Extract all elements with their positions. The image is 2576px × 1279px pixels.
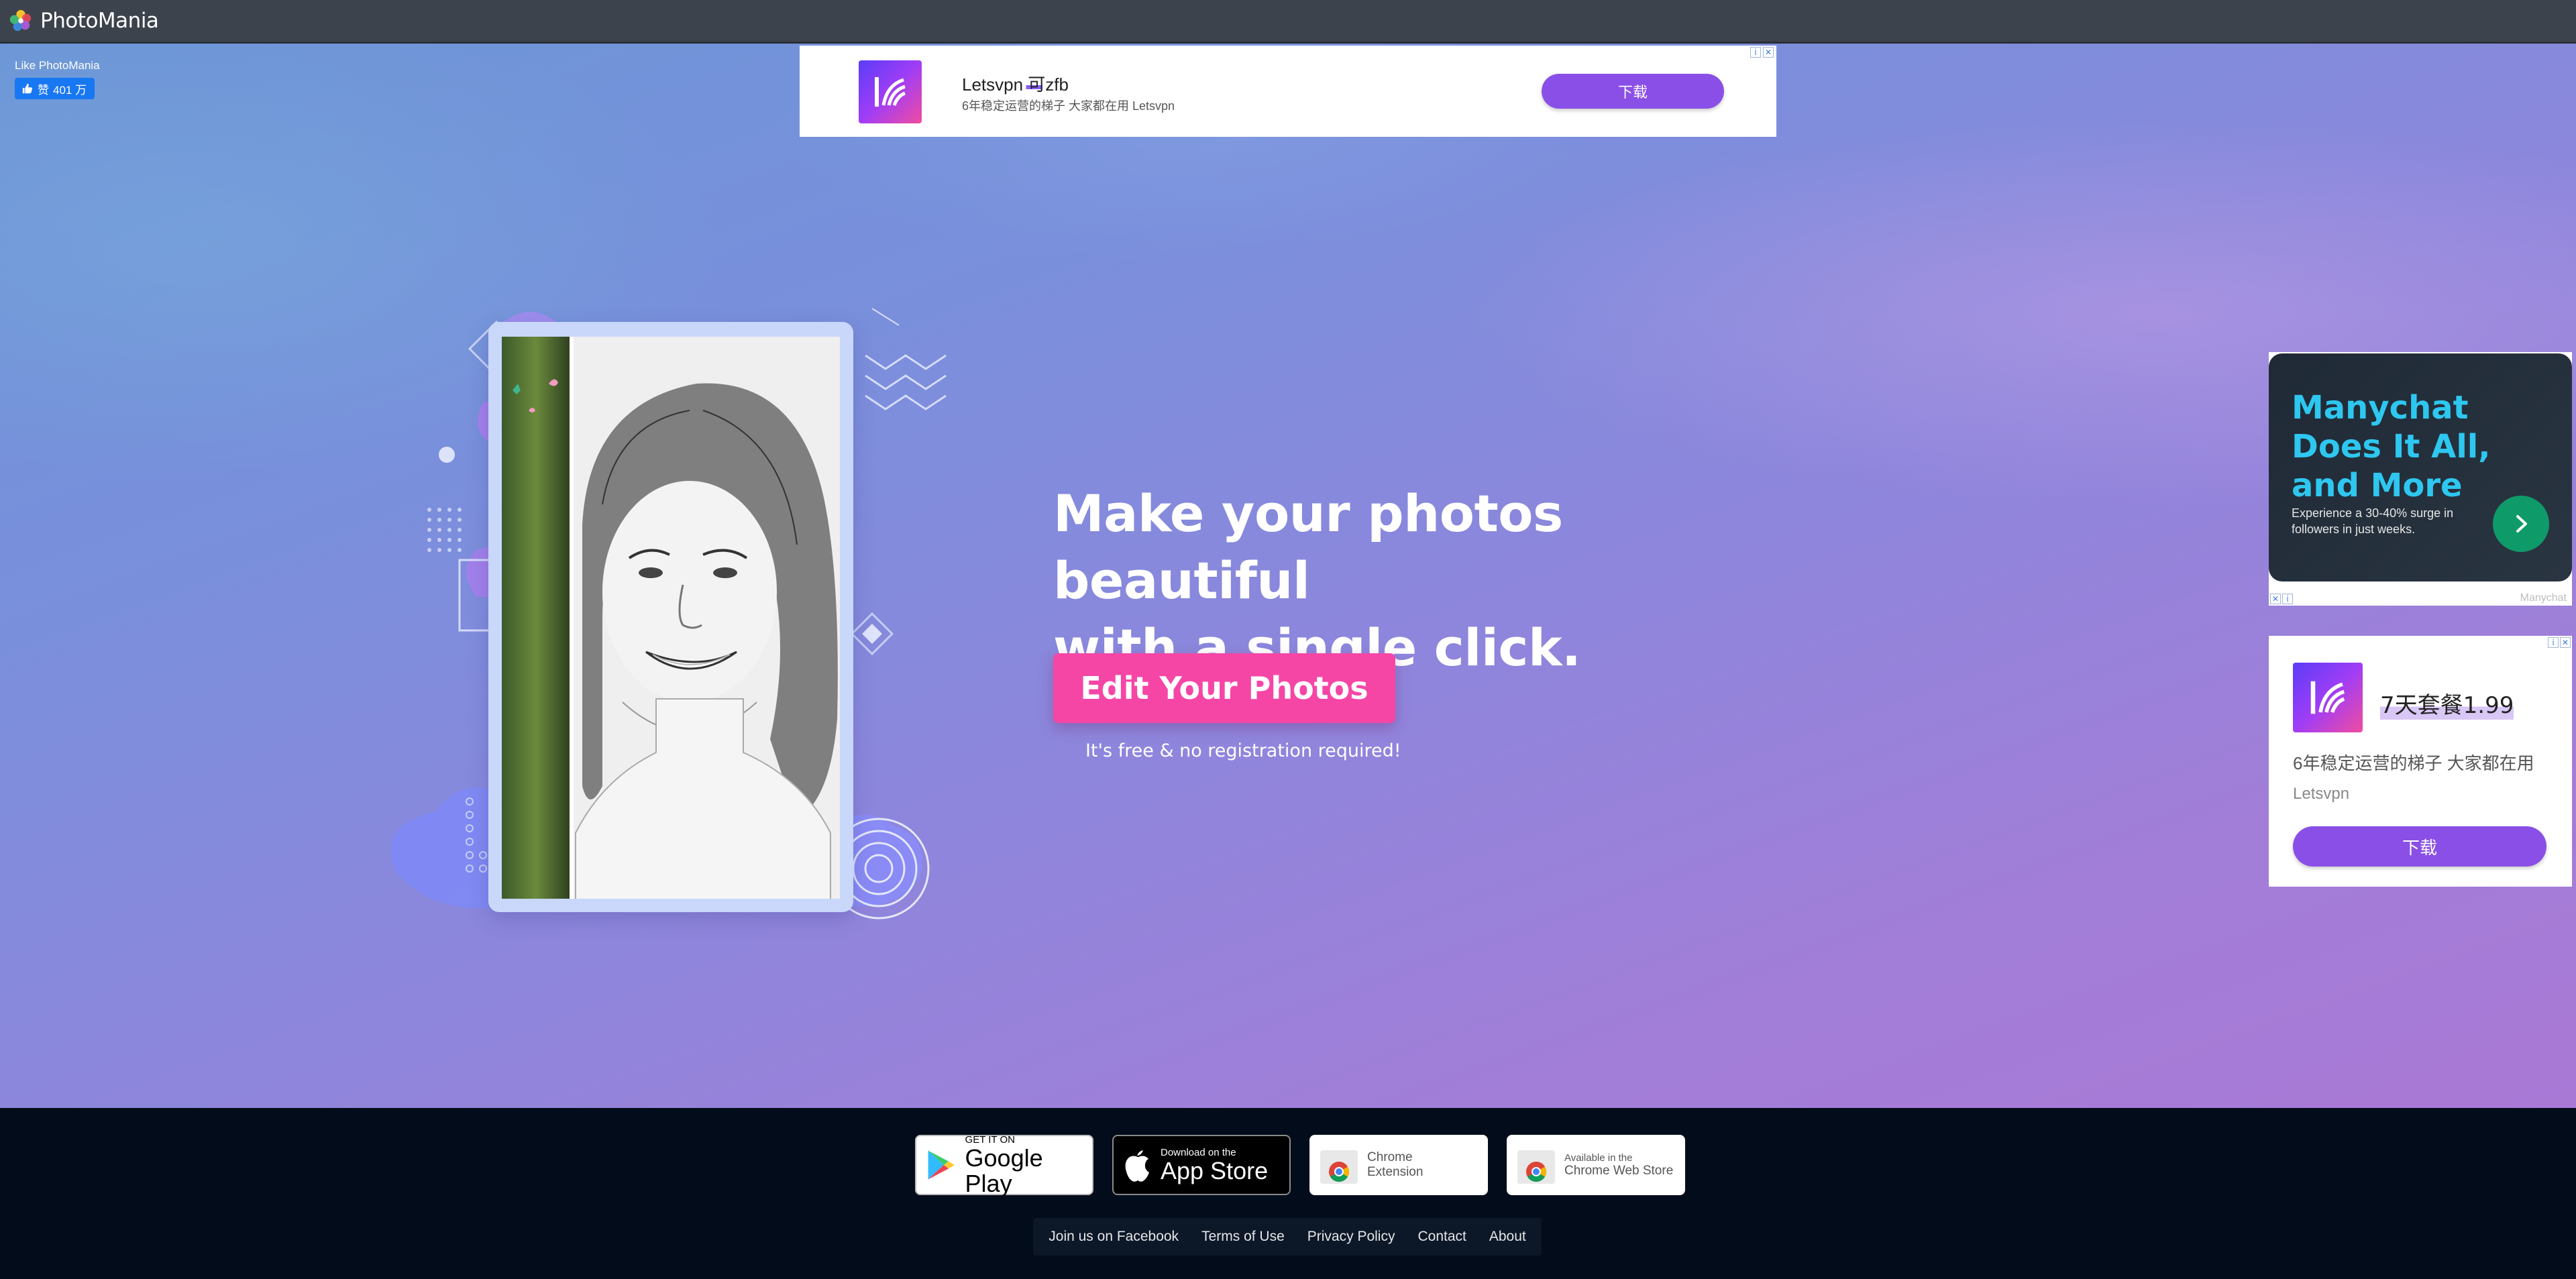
chrome-web-store-badge-line2: Chrome Web Store <box>1564 1163 1674 1178</box>
facebook-like-label: 赞 <box>38 83 49 97</box>
thumbs-up-icon <box>22 83 33 94</box>
top-ad-subtitle: 6年稳定运营的梯子 大家都在用 Letsvpn <box>962 99 1175 113</box>
ad-info-icon[interactable]: i <box>2548 637 2559 648</box>
apple-icon <box>1125 1150 1149 1182</box>
letsvpn-side-ad[interactable]: 7天套餐1.99 6年稳定运营的梯子 大家都在用 Letsvpn 下载 i ✕ <box>2269 636 2572 887</box>
chrome-icon <box>1320 1150 1358 1184</box>
letsvpn-ad-controls: i ✕ <box>2548 637 2571 648</box>
letsvpn-logo-icon <box>859 60 922 123</box>
hero-headline: Make your photos beautiful with a single… <box>1053 480 1791 681</box>
footer-link-facebook[interactable]: Join us on Facebook <box>1049 1229 1179 1245</box>
top-bar: PhotoMania <box>0 0 2576 44</box>
google-play-badge-small: GET IT ON <box>965 1133 1015 1146</box>
letsvpn-ad-title[interactable]: 7天套餐1.99 <box>2380 687 2514 720</box>
logo-text: PhotoMania <box>40 9 159 33</box>
ad-close-icon[interactable]: ✕ <box>2560 637 2571 648</box>
facebook-like-button[interactable]: 赞 401 万 <box>15 78 95 99</box>
letsvpn-logo-icon <box>2293 663 2363 732</box>
pencil-sketch-portrait <box>513 337 840 899</box>
sketch-portrait-image <box>502 337 840 899</box>
arrow-right-icon[interactable] <box>2493 496 2549 552</box>
manychat-ad-controls: ✕ i <box>2270 594 2293 604</box>
photomania-logo-icon <box>9 9 32 32</box>
photo-frame <box>488 322 853 912</box>
facebook-like-widget: Like PhotoMania 赞 401 万 <box>15 59 100 99</box>
google-play-icon <box>928 1150 955 1180</box>
app-store-badge-small: Download on the <box>1161 1146 1236 1158</box>
manychat-ad-brand: Manychat <box>2520 592 2567 604</box>
letsvpn-ad-download-button[interactable]: 下载 <box>2293 826 2546 867</box>
chrome-web-store-badge[interactable]: Available in the Chrome Web Store <box>1507 1135 1685 1195</box>
manychat-ad-subtitle: Experience a 30-40% surge in followers i… <box>2292 506 2454 536</box>
footer-links: Join us on Facebook Terms of Use Privacy… <box>1033 1218 1542 1256</box>
free-no-registration-note: It's free & no registration required! <box>1085 740 1401 761</box>
store-badges: GET IT ON Google Play Download on the Ap… <box>915 1133 1685 1197</box>
top-ad-controls: i ✕ <box>1750 47 1774 58</box>
footer-link-about[interactable]: About <box>1489 1229 1526 1245</box>
hero-illustration <box>382 295 959 952</box>
hero-headline-line-1: Make your photos beautiful <box>1053 484 1563 610</box>
letsvpn-ad-brand: Letsvpn <box>2293 785 2350 803</box>
manychat-side-ad[interactable]: Manychat Does It All, and More Experienc… <box>2269 352 2572 606</box>
chrome-web-store-badge-line1: Available in the <box>1564 1152 1633 1164</box>
ad-info-icon[interactable]: i <box>2282 594 2293 604</box>
facebook-like-count: 401 万 <box>53 83 87 97</box>
ad-close-icon[interactable]: ✕ <box>2270 594 2281 604</box>
ad-info-icon[interactable]: i <box>1750 47 1761 58</box>
chrome-extension-badge-line2: Extension <box>1367 1165 1424 1179</box>
footer-link-terms[interactable]: Terms of Use <box>1201 1229 1285 1245</box>
facebook-like-title: Like PhotoMania <box>15 59 100 72</box>
footer-link-contact[interactable]: Contact <box>1417 1229 1466 1245</box>
app-store-badge[interactable]: Download on the App Store <box>1112 1135 1291 1195</box>
top-ad-download-button[interactable]: 下载 <box>1542 74 1724 109</box>
top-banner-ad[interactable]: Letsvpn 可zfb 6年稳定运营的梯子 大家都在用 Letsvpn 下载 … <box>800 46 1776 137</box>
chrome-web-store-icon <box>1517 1150 1555 1184</box>
ad-close-icon[interactable]: ✕ <box>1763 47 1774 58</box>
google-play-badge-big: Google Play <box>965 1144 1043 1197</box>
chrome-extension-badge[interactable]: Chrome Extension <box>1309 1135 1488 1195</box>
footer: GET IT ON Google Play Download on the Ap… <box>0 1108 2576 1279</box>
google-play-badge[interactable]: GET IT ON Google Play <box>915 1133 1093 1197</box>
logo[interactable]: PhotoMania <box>8 8 159 34</box>
letsvpn-ad-subtitle: 6年稳定运营的梯子 大家都在用 <box>2293 753 2534 773</box>
top-ad-title[interactable]: Letsvpn 可zfb <box>962 71 1069 96</box>
manychat-ad-title: Manychat Does It All, and More <box>2292 389 2491 504</box>
footer-link-privacy[interactable]: Privacy Policy <box>1307 1229 1395 1245</box>
chrome-extension-badge-line1: Chrome <box>1367 1150 1413 1164</box>
app-store-badge-big: App Store <box>1161 1156 1269 1184</box>
hero-section: Like PhotoMania 赞 401 万 Make your photos… <box>0 44 2576 1108</box>
edit-your-photos-button[interactable]: Edit Your Photos <box>1053 653 1395 723</box>
manychat-ad-card[interactable]: Manychat Does It All, and More Experienc… <box>2269 353 2572 581</box>
